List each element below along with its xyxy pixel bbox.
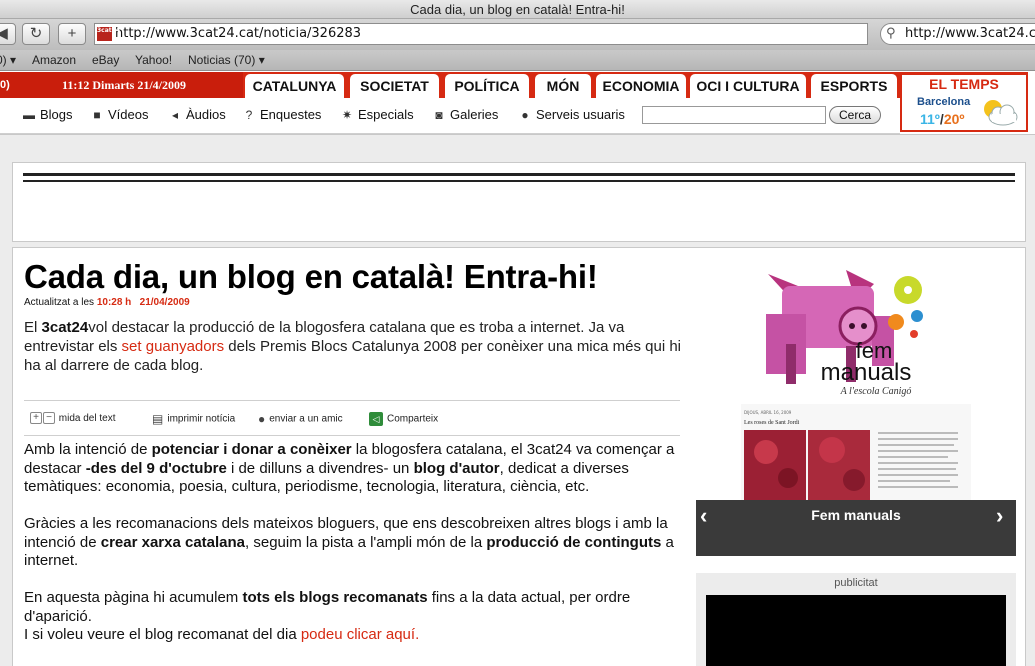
window-title-bar: Cada dia, un blog en català! Entra-hi! [0, 0, 1035, 19]
send-to-friend-button[interactable]: ● enviar a un amic [258, 412, 343, 427]
top-banner-area [12, 162, 1026, 242]
subnav-videos[interactable]: ■ Vídeos [90, 107, 148, 123]
tab-esports[interactable]: ESPORTS [811, 74, 897, 98]
winners-link[interactable]: set guanyadors [122, 338, 225, 355]
date-left-fragment: 0) [0, 79, 10, 91]
bookmark-ebay[interactable]: eBay [92, 50, 119, 71]
share-button[interactable]: ◁ Comparteix [369, 412, 438, 427]
weather-min: 11º [920, 111, 940, 127]
content-area: Cada dia, un blog en català! Entra-hi! A… [12, 247, 1026, 666]
browser-search-value: http://www.3cat24.cat [905, 26, 1035, 41]
promo-caption: Fem manuals [811, 507, 901, 523]
text-size-control[interactable]: + − mida del text [30, 412, 115, 426]
fem-manuals-illustration: fem manuals A l'escola Canigó DIJOUS, AB… [741, 270, 971, 500]
date-bar: 0) 11:12 Dimarts 21/4/2009 [0, 72, 243, 98]
subnav-serveis-usuaris[interactable]: ● Serveis usuaris [518, 107, 625, 123]
question-icon: ? [245, 108, 253, 122]
mini-post-title: Les roses de Sant Jordi [744, 420, 800, 426]
tab-politica[interactable]: POLÍTICA [445, 74, 529, 98]
camera-icon: ◙ [435, 108, 443, 122]
tab-mon[interactable]: MÓN [535, 74, 591, 98]
sidebar-ad: publicitat [696, 573, 1016, 666]
promo-caption-bar: ‹ Fem manuals › [696, 500, 1016, 556]
tab-economia[interactable]: ECONOMIA [596, 74, 686, 98]
updated-date: 21/04/2009 [139, 297, 190, 308]
mini-post-date: DIJOUS, ABRIL 16, 2009 [744, 410, 792, 415]
article-lead: El 3cat24vol destacar la producció de la… [24, 319, 682, 374]
bookmark-history[interactable]: 0) ▾ [0, 50, 16, 71]
ad-label: publicitat [834, 577, 878, 589]
subnav-blogs[interactable]: ▬ Blogs [22, 107, 73, 123]
tab-catalunya[interactable]: CATALUNYA [245, 74, 344, 98]
speech-bubble-icon: ▬ [23, 108, 35, 122]
sub-navigation: ▬ Blogs ■ Vídeos ◂ Àudios ? Enquestes ✷ Espec… [0, 98, 900, 134]
brand-name: 3cat24 [41, 319, 89, 336]
site-favicon-icon: 3cat24 [97, 27, 120, 41]
bookmarks-bar: 0) ▾ Amazon eBay Yahoo! Noticias (70) ▾ [0, 50, 1035, 71]
address-url: http://www.3cat24.cat/noticia/326283 [115, 26, 362, 41]
article-body: Amb la intenció de potenciar i donar a c… [24, 441, 684, 663]
promo-title-line2: manuals [821, 359, 912, 386]
search-icon: ⚲ [886, 26, 896, 41]
sun-cloud-icon [984, 100, 1018, 126]
promo-image[interactable]: fem manuals A l'escola Canigó DIJOUS, AB… [696, 256, 1016, 500]
print-button[interactable]: ▤ imprimir notícia [152, 412, 235, 427]
address-bar[interactable]: 3cat24 http://www.3cat24.cat/noticia/326… [94, 23, 868, 45]
plus-icon[interactable]: + [30, 412, 42, 425]
article-updated: Actualitzat a les 10:28 h 21/04/2009 [24, 297, 190, 308]
site-header: 0) 11:12 Dimarts 21/4/2009 CATALUNYA SOC… [0, 72, 1035, 134]
person-icon: ● [258, 412, 266, 426]
site-search-input[interactable] [642, 106, 826, 124]
reload-icon: ↻ [29, 25, 43, 42]
weather-max: 20º [943, 111, 965, 127]
current-datetime: 11:12 Dimarts 21/4/2009 [62, 78, 186, 92]
weather-city: Barcelona [917, 96, 971, 108]
subnav-galeries[interactable]: ◙ Galeries [432, 107, 498, 123]
minus-icon[interactable]: − [43, 412, 55, 425]
article-title: Cada dia, un blog en català! Entra-hi! [24, 258, 598, 295]
star-burst-icon: ✷ [341, 108, 353, 122]
bookmark-noticias[interactable]: Noticias (70) ▾ [188, 50, 265, 71]
new-tab-button[interactable]: + [58, 23, 86, 45]
promo-subtitle: A l'escola Canigó [840, 386, 912, 397]
bookmark-amazon[interactable]: Amazon [32, 50, 76, 71]
bookmark-yahoo[interactable]: Yahoo! [135, 50, 172, 71]
browser-toolbar: ◀ ↻ + 3cat24 http://www.3cat24.cat/notic… [0, 19, 1035, 50]
window-title: Cada dia, un blog en català! Entra-hi! [410, 2, 625, 17]
weather-temperature: 11º/20º [920, 111, 965, 127]
search-button[interactable]: Cerca [829, 106, 881, 124]
subnav-enquestes[interactable]: ? Enquestes [242, 107, 322, 123]
share-icon: ◁ [369, 412, 383, 426]
banner-divider [23, 173, 1015, 176]
click-here-link[interactable]: podeu clicar aquí. [301, 626, 419, 643]
reload-button[interactable]: ↻ [22, 23, 50, 45]
weather-title: EL TEMPS [929, 76, 999, 92]
page-body: Cada dia, un blog en català! Entra-hi! A… [0, 134, 1035, 666]
ad-slot[interactable] [706, 595, 1006, 666]
back-arrow-icon: ◀ [0, 25, 8, 42]
article-paragraph: En aquesta pàgina hi acumulem tots els b… [24, 589, 631, 643]
users-icon: ● [521, 108, 529, 122]
article-paragraph: Amb la intenció de potenciar i donar a c… [24, 441, 675, 495]
subnav-especials[interactable]: ✷ Especials [340, 107, 414, 123]
banner-divider [23, 180, 1015, 182]
article-paragraph: Gràcies a les recomanacions dels mateixo… [24, 515, 674, 569]
printer-icon: ▤ [152, 412, 164, 426]
back-button[interactable]: ◀ [0, 23, 16, 45]
video-camera-icon: ■ [93, 108, 101, 122]
weather-widget[interactable]: EL TEMPS Barcelona 11º/20º [900, 72, 1028, 132]
article-tools: + − mida del text ▤ imprimir notícia ● envi… [24, 400, 680, 436]
promo-slider[interactable]: fem manuals A l'escola Canigó DIJOUS, AB… [696, 256, 1016, 556]
tab-oci-i-cultura[interactable]: OCI I CULTURA [690, 74, 806, 98]
next-arrow-icon[interactable]: › [996, 503, 1003, 529]
plus-icon: + [67, 25, 77, 42]
tab-societat[interactable]: SOCIETAT [350, 74, 439, 98]
subnav-audios[interactable]: ◂ Àudios [168, 107, 226, 123]
browser-search-field[interactable]: ⚲ http://www.3cat24.cat [880, 23, 1035, 45]
speaker-icon: ◂ [171, 108, 179, 122]
updated-time: 10:28 h [96, 297, 132, 308]
